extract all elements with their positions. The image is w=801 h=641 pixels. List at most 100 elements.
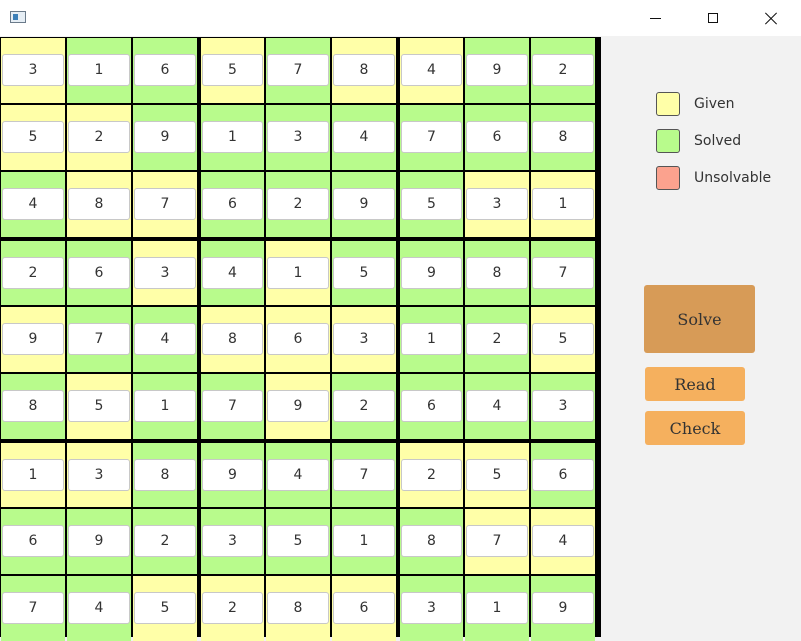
sudoku-cell[interactable]: 5 (400, 172, 463, 237)
cell-value-field[interactable]: 1 (333, 525, 395, 557)
cell-value-field[interactable]: 4 (466, 390, 528, 422)
sudoku-cell[interactable]: 5 (465, 443, 529, 507)
maximize-button[interactable] (684, 0, 742, 36)
cell-value-field[interactable]: 7 (68, 323, 130, 355)
sudoku-cell[interactable]: 7 (531, 241, 595, 305)
sudoku-cell[interactable]: 3 (332, 307, 396, 372)
cell-value-field[interactable]: 1 (2, 459, 64, 491)
sudoku-cell[interactable]: 2 (400, 443, 463, 507)
sudoku-cell[interactable]: 2 (531, 38, 595, 103)
sudoku-cell[interactable]: 5 (201, 38, 264, 103)
cell-value-field[interactable]: 8 (333, 54, 395, 86)
cell-value-field[interactable]: 3 (401, 592, 462, 624)
sudoku-cell[interactable]: 6 (266, 307, 330, 372)
read-button[interactable]: Read (645, 367, 745, 401)
sudoku-cell[interactable]: 1 (465, 576, 529, 641)
cell-value-field[interactable]: 4 (333, 121, 395, 153)
cell-value-field[interactable]: 5 (466, 459, 528, 491)
cell-value-field[interactable]: 1 (202, 121, 263, 153)
sudoku-cell[interactable]: 1 (201, 105, 264, 170)
cell-value-field[interactable]: 1 (134, 390, 196, 422)
cell-value-field[interactable]: 7 (466, 525, 528, 557)
cell-value-field[interactable]: 8 (68, 188, 130, 220)
cell-value-field[interactable]: 2 (466, 323, 528, 355)
cell-value-field[interactable]: 8 (134, 459, 196, 491)
sudoku-cell[interactable]: 5 (67, 374, 131, 439)
sudoku-cell[interactable]: 9 (67, 509, 131, 574)
sudoku-cell[interactable]: 8 (465, 241, 529, 305)
sudoku-cell[interactable]: 3 (400, 576, 463, 641)
sudoku-cell[interactable]: 3 (1, 38, 65, 103)
sudoku-cell[interactable]: 7 (400, 105, 463, 170)
sudoku-cell[interactable]: 5 (1, 105, 65, 170)
sudoku-cell[interactable]: 4 (201, 241, 264, 305)
sudoku-cell[interactable]: 1 (67, 38, 131, 103)
cell-value-field[interactable]: 8 (267, 592, 329, 624)
sudoku-cell[interactable]: 8 (67, 172, 131, 237)
cell-value-field[interactable]: 9 (134, 121, 196, 153)
sudoku-cell[interactable]: 4 (332, 105, 396, 170)
sudoku-cell[interactable]: 8 (133, 443, 197, 507)
sudoku-cell[interactable]: 2 (266, 172, 330, 237)
cell-value-field[interactable]: 5 (532, 323, 594, 355)
sudoku-cell[interactable]: 6 (201, 172, 264, 237)
sudoku-cell[interactable]: 2 (201, 576, 264, 641)
cell-value-field[interactable]: 4 (202, 257, 263, 289)
cell-value-field[interactable]: 8 (532, 121, 594, 153)
sudoku-cell[interactable]: 9 (332, 172, 396, 237)
cell-value-field[interactable]: 9 (267, 390, 329, 422)
cell-value-field[interactable]: 4 (267, 459, 329, 491)
sudoku-cell[interactable]: 4 (133, 307, 197, 372)
sudoku-cell[interactable]: 7 (465, 509, 529, 574)
sudoku-cell[interactable]: 7 (67, 307, 131, 372)
sudoku-cell[interactable]: 1 (133, 374, 197, 439)
cell-value-field[interactable]: 2 (333, 390, 395, 422)
cell-value-field[interactable]: 4 (401, 54, 462, 86)
cell-value-field[interactable]: 6 (202, 188, 263, 220)
cell-value-field[interactable]: 4 (68, 592, 130, 624)
sudoku-cell[interactable]: 5 (133, 576, 197, 641)
sudoku-cell[interactable]: 2 (1, 241, 65, 305)
cell-value-field[interactable]: 8 (202, 323, 263, 355)
sudoku-cell[interactable]: 8 (400, 509, 463, 574)
sudoku-cell[interactable]: 5 (531, 307, 595, 372)
cell-value-field[interactable]: 3 (2, 54, 64, 86)
cell-value-field[interactable]: 6 (532, 459, 594, 491)
sudoku-cell[interactable]: 6 (67, 241, 131, 305)
solve-button[interactable]: Solve (644, 285, 755, 353)
sudoku-cell[interactable]: 5 (266, 509, 330, 574)
cell-value-field[interactable]: 7 (333, 459, 395, 491)
sudoku-cell[interactable]: 3 (531, 374, 595, 439)
sudoku-cell[interactable]: 8 (266, 576, 330, 641)
cell-value-field[interactable]: 6 (333, 592, 395, 624)
sudoku-cell[interactable]: 4 (465, 374, 529, 439)
sudoku-cell[interactable]: 9 (133, 105, 197, 170)
sudoku-cell[interactable]: 8 (531, 105, 595, 170)
sudoku-cell[interactable]: 1 (332, 509, 396, 574)
sudoku-cell[interactable]: 3 (201, 509, 264, 574)
cell-value-field[interactable]: 5 (134, 592, 196, 624)
cell-value-field[interactable]: 5 (202, 54, 263, 86)
cell-value-field[interactable]: 2 (401, 459, 462, 491)
sudoku-cell[interactable]: 4 (1, 172, 65, 237)
cell-value-field[interactable]: 3 (134, 257, 196, 289)
cell-value-field[interactable]: 3 (532, 390, 594, 422)
sudoku-cell[interactable]: 4 (400, 38, 463, 103)
cell-value-field[interactable]: 1 (401, 323, 462, 355)
sudoku-cell[interactable]: 6 (133, 38, 197, 103)
cell-value-field[interactable]: 8 (466, 257, 528, 289)
sudoku-cell[interactable]: 1 (400, 307, 463, 372)
cell-value-field[interactable]: 7 (401, 121, 462, 153)
cell-value-field[interactable]: 9 (466, 54, 528, 86)
cell-value-field[interactable]: 3 (333, 323, 395, 355)
cell-value-field[interactable]: 4 (532, 525, 594, 557)
sudoku-cell[interactable]: 6 (531, 443, 595, 507)
cell-value-field[interactable]: 8 (401, 525, 462, 557)
cell-value-field[interactable]: 6 (401, 390, 462, 422)
sudoku-cell[interactable]: 7 (332, 443, 396, 507)
cell-value-field[interactable]: 9 (202, 459, 263, 491)
sudoku-cell[interactable]: 7 (133, 172, 197, 237)
cell-value-field[interactable]: 2 (532, 54, 594, 86)
sudoku-cell[interactable]: 6 (332, 576, 396, 641)
sudoku-cell[interactable]: 9 (465, 38, 529, 103)
